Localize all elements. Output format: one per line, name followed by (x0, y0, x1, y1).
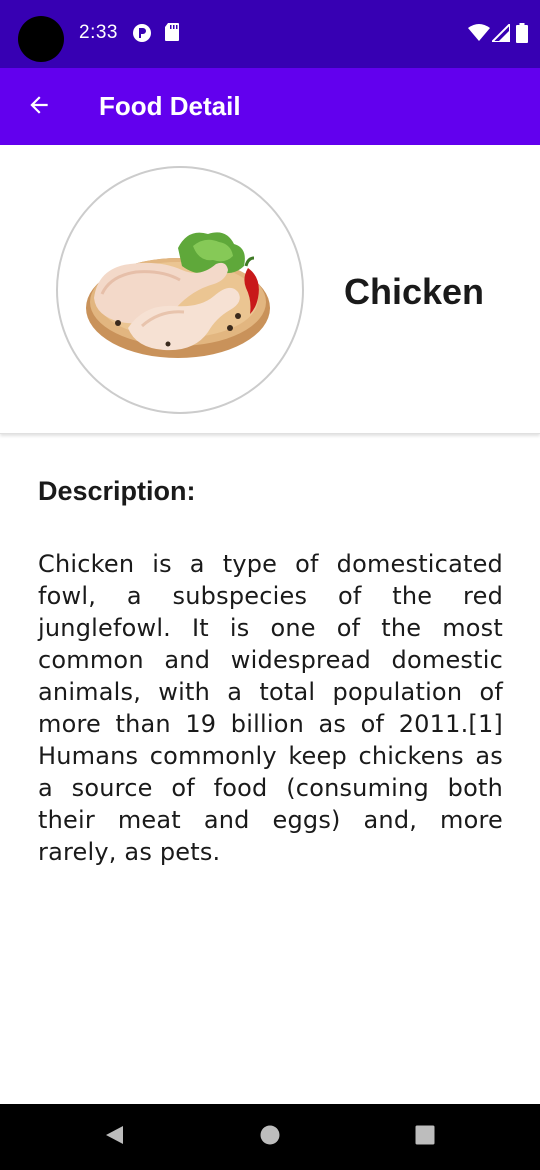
food-name: Chicken (344, 271, 485, 312)
food-image (56, 166, 304, 414)
notification-badge-icon (131, 22, 153, 49)
status-time: 2:33 (79, 22, 118, 43)
sd-card-icon (164, 22, 180, 47)
nav-home-button[interactable] (257, 1124, 283, 1150)
page-title: Food Detail (99, 91, 241, 121)
cell-signal-icon (489, 21, 511, 47)
app-bar: Food Detail (0, 68, 540, 145)
camera-cutout (18, 16, 64, 62)
description-heading: Description: (38, 476, 196, 506)
wifi-icon (468, 24, 490, 47)
food-header-card: Chicken (0, 145, 540, 434)
nav-recents-button[interactable] (412, 1124, 438, 1150)
battery-icon (516, 23, 528, 48)
description-text: Chicken is a type of domesticated fowl, … (38, 550, 503, 866)
nav-back-button[interactable] (101, 1124, 127, 1150)
home-circle-icon (259, 1124, 281, 1151)
back-button[interactable] (20, 88, 58, 126)
system-nav-bar (0, 1104, 540, 1170)
status-bar: 2:33 (0, 0, 540, 68)
back-triangle-icon (103, 1124, 125, 1151)
arrow-left-icon (26, 92, 52, 123)
recents-square-icon (414, 1124, 436, 1151)
